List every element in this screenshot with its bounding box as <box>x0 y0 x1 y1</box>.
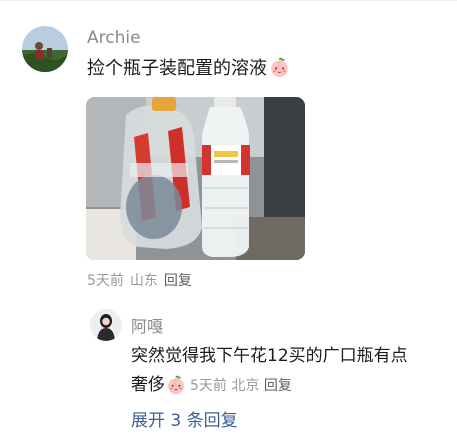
sub-avatar[interactable] <box>90 309 122 341</box>
comment-meta: 5天前 山东 回复 <box>87 270 192 290</box>
sub-comment-text-end: 奢侈 <box>131 375 165 395</box>
sub-comment-text-line1: 突然觉得我下午花12买的广口瓶有点 <box>131 346 408 366</box>
reply-button[interactable]: 回复 <box>164 273 192 289</box>
comment-location: 山东 <box>129 273 158 289</box>
sub-comment-time: 5天前 <box>190 378 227 394</box>
comment-photo[interactable] <box>86 97 305 260</box>
sub-comment-text-line2: 奢侈 5天前 北京 回复 <box>131 370 292 400</box>
top-divider <box>0 0 457 1</box>
sub-comment-meta: 5天前 北京 回复 <box>190 378 292 394</box>
sub-comment-username[interactable]: 阿嘎 <box>131 313 163 337</box>
avatar[interactable] <box>22 26 68 72</box>
comment-text: 捡个瓶子装配置的溶液 <box>87 57 290 84</box>
comment-time: 5天前 <box>87 273 124 289</box>
comment-text-label: 捡个瓶子装配置的溶液 <box>87 58 267 79</box>
sub-comment-location: 北京 <box>231 378 260 394</box>
comment-username[interactable]: Archie <box>87 28 141 48</box>
sub-reply-button[interactable]: 回复 <box>264 378 292 394</box>
expand-replies-button[interactable]: 展开 3 条回复 <box>131 406 238 431</box>
peach-blush-emoji-icon <box>269 57 290 84</box>
peach-blush-emoji-icon <box>166 375 186 400</box>
